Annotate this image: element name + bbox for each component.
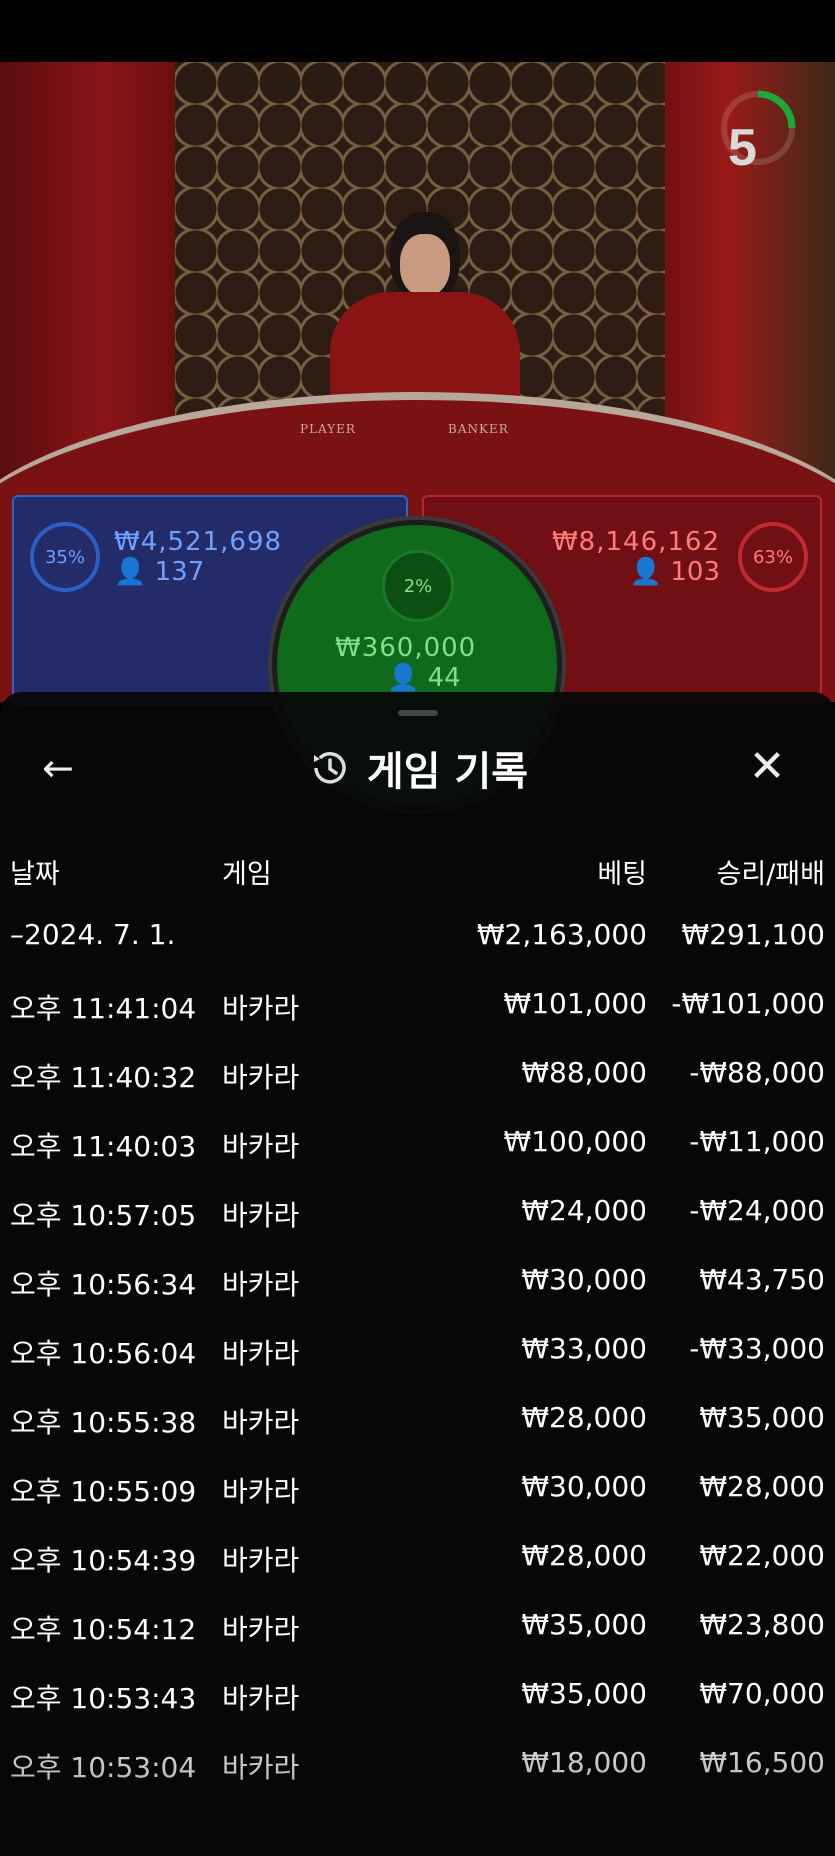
row-game: 바카라 <box>222 1061 300 1094</box>
row-result: ₩22,000 <box>699 1539 825 1572</box>
row-time: 오후 10:55:09 <box>10 1475 197 1508</box>
row-game: 바카라 <box>222 1268 300 1301</box>
row-result: ₩23,800 <box>699 1608 825 1641</box>
row-game: 바카라 <box>222 1475 300 1508</box>
row-time: 오후 10:54:39 <box>10 1544 197 1577</box>
row-game: 바카라 <box>222 1199 300 1232</box>
row-bet: ₩28,000 <box>521 1401 647 1434</box>
history-row[interactable]: 오후 11:41:04 바카라 ₩101,000 -₩101,000 <box>0 987 835 1047</box>
row-result: ₩43,750 <box>699 1263 825 1296</box>
player-amount: ₩4,521,698 <box>114 527 283 557</box>
person-icon: 👤 <box>387 663 420 693</box>
row-game: 바카라 <box>222 1130 300 1163</box>
history-row[interactable]: 오후 10:56:04 바카라 ₩33,000 -₩33,000 <box>0 1332 835 1392</box>
history-row[interactable]: 오후 11:40:03 바카라 ₩100,000 -₩11,000 <box>0 1125 835 1185</box>
countdown-timer: 5 <box>728 119 757 177</box>
banker-pct-ring: 63% <box>738 522 808 592</box>
day-summary-date: –2024. 7. 1. <box>10 918 176 951</box>
row-game: 바카라 <box>222 1544 300 1577</box>
status-bar <box>0 0 835 62</box>
person-icon: 👤 <box>114 557 147 587</box>
column-header-win: 승리/패배 <box>716 859 825 890</box>
tie-pct: 2% <box>403 575 433 597</box>
row-time: 오후 10:55:38 <box>10 1406 197 1439</box>
row-game: 바카라 <box>222 1613 300 1646</box>
close-icon: ✕ <box>748 741 786 792</box>
history-row[interactable]: 오후 10:54:12 바카라 ₩35,000 ₩23,800 <box>0 1608 835 1668</box>
row-game: 바카라 <box>222 1337 300 1370</box>
row-game: 바카라 <box>222 1406 300 1439</box>
tie-pct-ring: 2% <box>382 550 454 622</box>
sheet-handle[interactable] <box>398 710 438 716</box>
history-row[interactable]: 오후 10:54:39 바카라 ₩28,000 ₩22,000 <box>0 1539 835 1599</box>
row-result: ₩28,000 <box>699 1470 825 1503</box>
row-time: 오후 10:56:04 <box>10 1337 197 1370</box>
row-bet: ₩101,000 <box>503 987 647 1020</box>
banker-count: 👤 103 <box>629 557 720 587</box>
sheet-header: 게임 기록 <box>0 740 835 796</box>
row-bet: ₩30,000 <box>521 1263 647 1296</box>
row-time: 오후 11:40:03 <box>10 1130 197 1163</box>
row-result: ₩35,000 <box>699 1401 825 1434</box>
player-pct: 35% <box>44 546 85 568</box>
row-game: 바카라 <box>222 992 300 1025</box>
tie-count: 👤 44 <box>387 663 461 693</box>
column-header-date: 날짜 <box>10 859 60 890</box>
row-result: -₩33,000 <box>689 1332 825 1365</box>
row-time: 오후 10:54:12 <box>10 1613 197 1646</box>
tie-amount: ₩360,000 <box>335 633 477 663</box>
row-bet: ₩33,000 <box>521 1332 647 1365</box>
day-summary-row[interactable]: –2024. 7. 1. ₩2,163,000 ₩291,100 <box>0 918 835 978</box>
banker-pct: 63% <box>752 546 793 568</box>
row-bet: ₩100,000 <box>503 1125 647 1158</box>
row-time: 오후 11:40:32 <box>10 1061 197 1094</box>
row-result: -₩88,000 <box>689 1056 825 1089</box>
player-pct-ring: 35% <box>30 522 100 592</box>
curtain-left <box>0 62 175 482</box>
history-row[interactable]: 오후 10:57:05 바카라 ₩24,000 -₩24,000 <box>0 1194 835 1254</box>
history-row[interactable]: 오후 10:55:38 바카라 ₩28,000 ₩35,000 <box>0 1401 835 1461</box>
column-header-game: 게임 <box>222 859 272 890</box>
row-bet: ₩35,000 <box>521 1608 647 1641</box>
row-result: -₩101,000 <box>671 987 825 1020</box>
close-button[interactable]: ✕ <box>744 744 790 790</box>
history-row[interactable]: 오후 10:56:34 바카라 ₩30,000 ₩43,750 <box>0 1263 835 1323</box>
row-bet: ₩24,000 <box>521 1194 647 1227</box>
banker-amount: ₩8,146,162 <box>551 527 720 557</box>
sheet-title: 게임 기록 <box>366 749 529 795</box>
row-result: -₩24,000 <box>689 1194 825 1227</box>
row-bet: ₩88,000 <box>521 1056 647 1089</box>
table-label-player: PLAYER <box>300 422 356 436</box>
day-summary-bet: ₩2,163,000 <box>476 918 647 951</box>
table-label-banker: BANKER <box>448 422 509 436</box>
list-fade <box>0 1700 835 1856</box>
row-bet: ₩28,000 <box>521 1539 647 1572</box>
history-row[interactable]: 오후 10:55:09 바카라 ₩30,000 ₩28,000 <box>0 1470 835 1530</box>
day-summary-win: ₩291,100 <box>681 918 825 951</box>
player-count: 👤 137 <box>114 557 205 587</box>
row-time: 오후 11:41:04 <box>10 992 197 1025</box>
history-icon <box>313 752 346 784</box>
row-bet: ₩30,000 <box>521 1470 647 1503</box>
row-time: 오후 10:56:34 <box>10 1268 197 1301</box>
column-header-bet: 베팅 <box>597 859 647 890</box>
history-row[interactable]: 오후 11:40:32 바카라 ₩88,000 -₩88,000 <box>0 1056 835 1116</box>
row-result: -₩11,000 <box>689 1125 825 1158</box>
row-time: 오후 10:57:05 <box>10 1199 197 1232</box>
person-icon: 👤 <box>629 557 663 587</box>
